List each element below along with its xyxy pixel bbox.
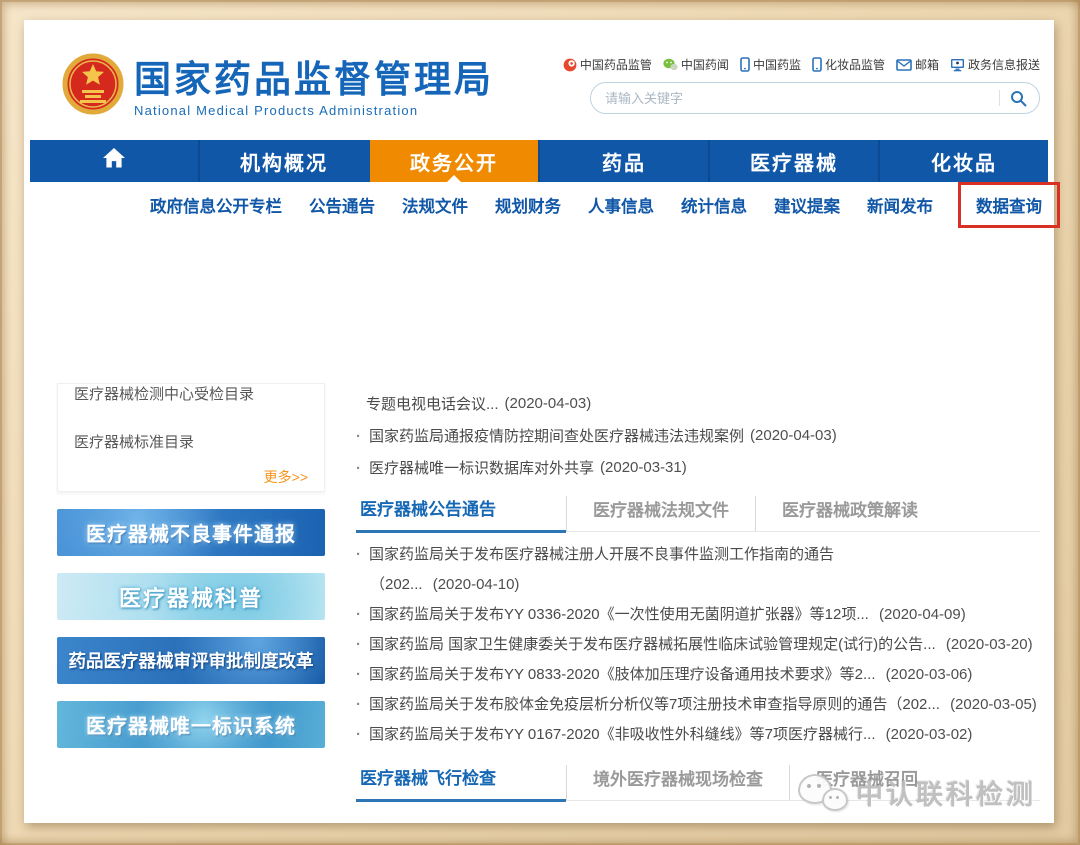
dropdown-panel [24,228,1054,383]
nav-drugs[interactable]: 药品 [538,140,708,182]
more-link[interactable]: 更多>> [74,467,308,487]
nav-gov-affairs[interactable]: 政务公开 [370,140,538,182]
sidebar: 医疗器械检测中心受检目录 医疗器械标准目录 更多>> 医疗器械不良事件通报 医疗… [57,383,325,748]
header-link-cosmetics-app[interactable]: 化妆品监管 [812,56,885,73]
device-notice-tabs: 医疗器械公告通告 医疗器械法规文件 医疗器械政策解读 [356,495,1040,533]
subnav-gov-info-disclosure[interactable]: 政府信息公开专栏 [150,193,282,217]
mobile-icon [812,57,822,72]
header-link-weibo[interactable]: 中国药品监管 [563,56,652,73]
site-title: 国家药品监督管理局 [134,59,494,100]
news-item[interactable]: 国家药监局通报疫情防控期间查处医疗器械违法违规案例 (2020-04-03) [356,419,1040,451]
national-emblem-logo [62,52,124,116]
wechat-icon [663,58,678,71]
subnav-data-query[interactable]: 数据查询 [976,198,1042,216]
watermark: 中认联科检测 [798,770,1036,814]
news-date: (2020-03-20) [945,636,1033,653]
subnav-planning-finance[interactable]: 规划财务 [495,193,561,217]
watermark-text: 中认联科检测 [856,779,1036,810]
news-date: (2020-03-31) [600,458,687,476]
list-item[interactable]: 国家药监局关于发布YY 0833-2020《肢体加压理疗设备通用技术要求》等2.… [356,660,1040,690]
banner-udi-system[interactable]: 医疗器械唯一标识系统 [57,701,325,748]
tab-device-policy-interpretation[interactable]: 医疗器械政策解读 [755,496,944,531]
subnav-statistics[interactable]: 统计信息 [681,193,747,217]
news-date: (2020-04-03) [504,394,592,412]
list-item[interactable]: 国家药监局关于发布胶体金免疫层析分析仪等7项注册技术审查指导原则的通告（202.… [356,690,1040,720]
news-date: (2020-04-10) [432,576,520,593]
quicklink-device-testing-directory[interactable]: 医疗器械检测中心受检目录 [74,384,308,404]
subnav-notices[interactable]: 公告通告 [309,193,375,217]
site-subtitle: National Medical Products Administration [134,103,419,118]
site-brand: 国家药品监督管理局 National Medical Products Admi… [134,59,494,119]
top-news-list: 专题电视电话会议... (2020-04-03) 国家药监局通报疫情防控期间查处… [356,383,1040,483]
banner-adverse-event-report[interactable]: 医疗器械不良事件通报 [57,509,325,556]
quicklink-device-standards-directory[interactable]: 医疗器械标准目录 [74,431,308,452]
mail-icon [896,58,912,71]
device-directory-panel: 医疗器械检测中心受检目录 医疗器械标准目录 更多>> [57,383,325,492]
news-item[interactable]: 医疗器械唯一标识数据库对外共享 (2020-03-31) [356,451,1040,483]
search-icon[interactable] [1010,90,1027,107]
news-date: (2020-03-06) [885,666,973,683]
tab-device-regulations[interactable]: 医疗器械法规文件 [566,496,755,531]
data-query-highlight-box: 数据查询 [958,182,1060,228]
news-date: (2020-04-09) [879,606,966,623]
subnav-personnel[interactable]: 人事信息 [588,193,654,217]
subnav-proposals[interactable]: 建议提案 [774,193,840,217]
mobile-icon [740,57,750,72]
banner-device-science[interactable]: 医疗器械科普 [57,573,325,620]
browser-page: 国家药品监督管理局 National Medical Products Admi… [24,20,1060,823]
header-link-wechat[interactable]: 中国药闻 [663,56,729,73]
list-item[interactable]: 国家药监局 国家卫生健康委关于发布医疗器械拓展性临床试验管理规定(试行)的公告.… [356,630,1040,660]
subnav-news-release[interactable]: 新闻发布 [867,193,933,217]
home-icon [101,146,127,176]
main-nav: 机构概况 政务公开 药品 医疗器械 化妆品 [30,140,1048,182]
gov-affairs-subnav: 政府信息公开专栏 公告通告 法规文件 规划财务 人事信息 统计信息 建议提案 新… [24,182,1060,228]
content-area: 医疗器械检测中心受检目录 医疗器械标准目录 更多>> 医疗器械不良事件通报 医疗… [30,383,1048,823]
news-item[interactable]: 专题电视电话会议... (2020-04-03) [356,387,1040,419]
tab-flight-inspection[interactable]: 医疗器械飞行检查 [356,764,566,802]
notice-list: 国家药监局关于发布医疗器械注册人开展不良事件监测工作指南的通告 （202... … [356,540,1040,750]
search-input[interactable] [603,89,999,107]
wechat-bubbles-icon [798,770,848,814]
nav-home[interactable] [30,140,198,182]
news-date: (2020-04-03) [750,426,837,444]
main-column: 专题电视电话会议... (2020-04-03) 国家药监局通报疫情防控期间查处… [356,383,1040,802]
header-link-info-report[interactable]: 政务信息报送 [950,56,1040,73]
monitor-icon [950,58,965,72]
list-item[interactable]: 国家药监局关于发布YY 0167-2020《非吸收性外科缝线》等7项医疗器械行.… [356,720,1040,750]
weibo-icon [563,58,577,72]
site-header: 国家药品监督管理局 National Medical Products Admi… [24,20,1054,140]
header-right: 中国药品监管 中国药闻 中国药监 化妆品监管 邮箱 政务信息报送 请输入关键字 [563,56,1040,114]
tab-overseas-onsite-inspection[interactable]: 境外医疗器械现场检查 [566,765,789,800]
search-divider [999,90,1000,106]
banner-review-approval-reform[interactable]: 药品医疗器械审评审批制度改革 [57,637,325,684]
nav-cosmetics[interactable]: 化妆品 [878,140,1048,182]
header-link-mail[interactable]: 邮箱 [896,56,939,73]
top-links: 中国药品监管 中国药闻 中国药监 化妆品监管 邮箱 政务信息报送 [563,56,1040,73]
news-date: (2020-03-05) [950,696,1037,713]
list-item[interactable]: 国家药监局关于发布YY 0336-2020《一次性使用无菌阴道扩张器》等12项.… [356,600,1040,630]
nav-agency-overview[interactable]: 机构概况 [198,140,368,182]
tab-device-notices[interactable]: 医疗器械公告通告 [356,495,566,533]
news-date: (2020-03-02) [885,726,973,743]
subnav-regulations[interactable]: 法规文件 [402,193,468,217]
list-item-continuation: （202... (2020-04-10) [370,576,520,593]
nav-medical-devices[interactable]: 医疗器械 [708,140,878,182]
header-link-nmpa-app[interactable]: 中国药监 [740,56,801,73]
list-item[interactable]: 国家药监局关于发布医疗器械注册人开展不良事件监测工作指南的通告 （202... … [356,540,1040,600]
search-bar [590,82,1040,114]
